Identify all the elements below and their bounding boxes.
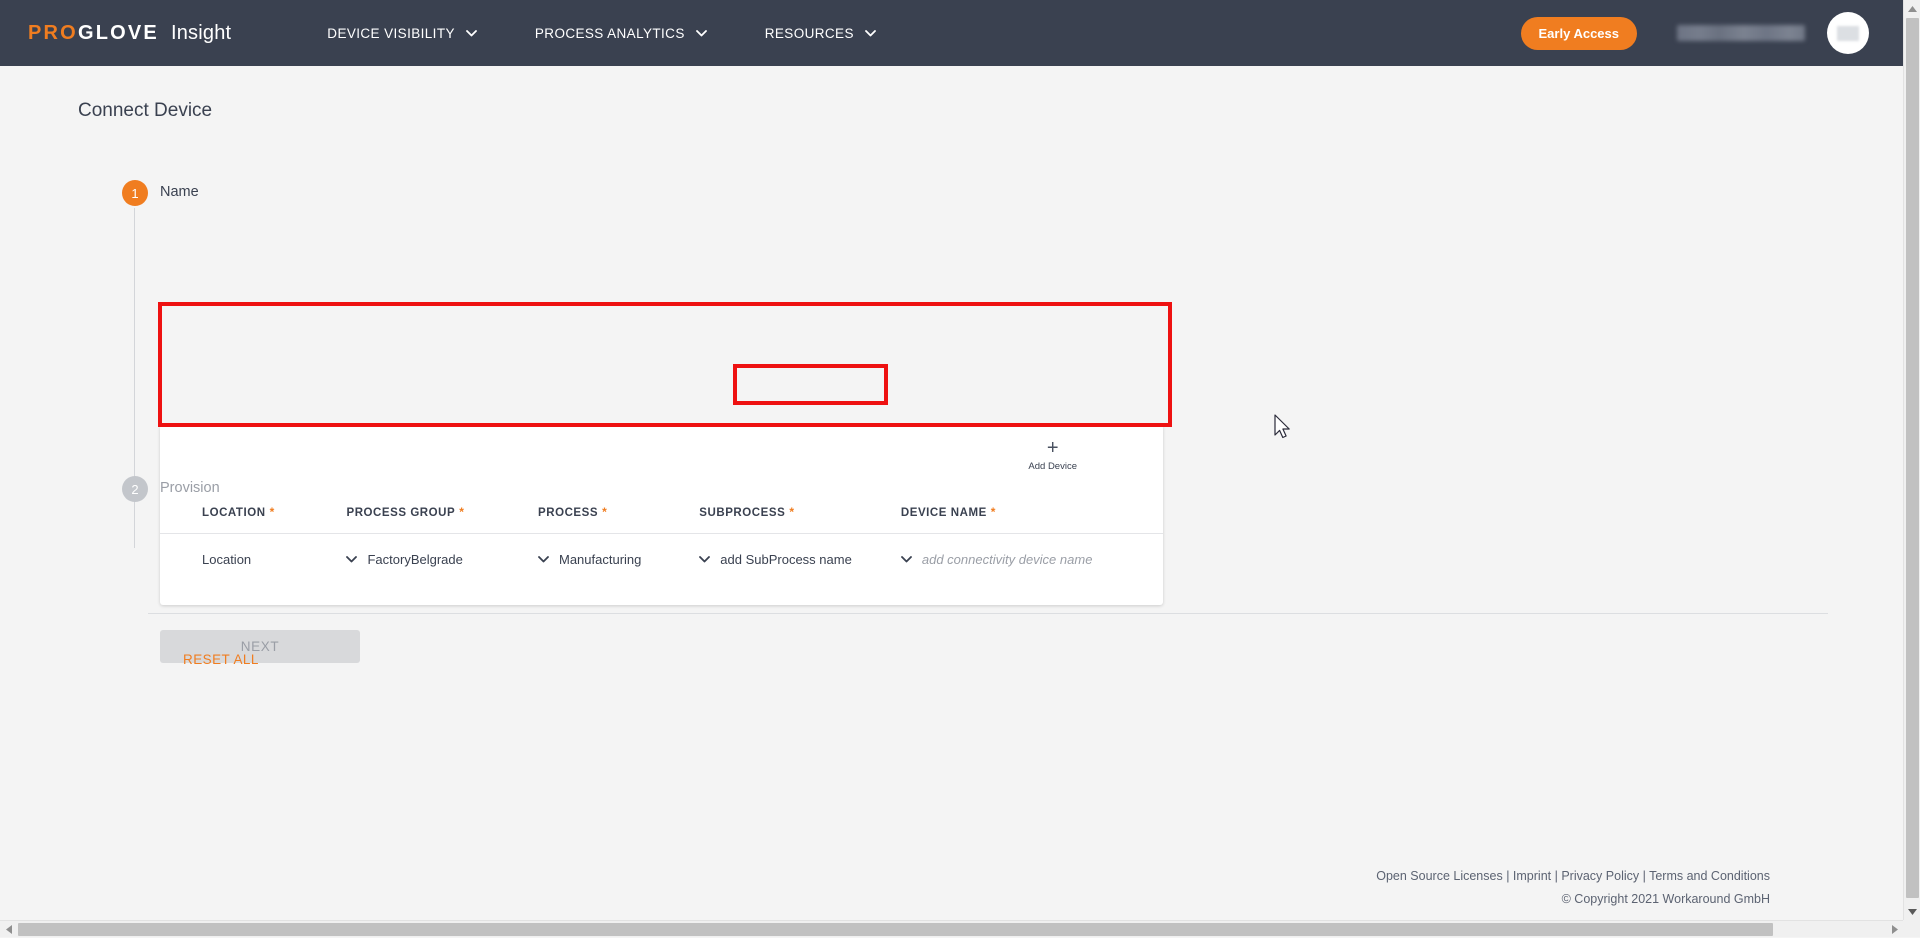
footer-separator: |	[1503, 869, 1513, 883]
mouse-cursor	[1274, 414, 1292, 445]
page-title: Connect Device	[78, 100, 212, 122]
device-table-body: Location FactoryBelgrade	[160, 534, 1163, 586]
column-label-process: PROCESS	[538, 507, 598, 519]
main-nav-menu: DEVICE VISIBILITY PROCESS ANALYTICS RESO…	[327, 26, 934, 41]
plus-icon: +	[1028, 439, 1077, 457]
nav-item-process-analytics[interactable]: PROCESS ANALYTICS	[535, 26, 707, 41]
nav-label-resources: RESOURCES	[765, 26, 854, 41]
footer-copyright: © Copyright 2021 Workaround GmbH	[1376, 888, 1770, 911]
chevron-down-icon	[466, 30, 477, 37]
avatar[interactable]	[1827, 12, 1869, 54]
scroll-left-arrow-icon[interactable]	[0, 921, 17, 938]
chevron-down-icon	[865, 30, 876, 37]
device-name-select[interactable]: add connectivity device name	[901, 552, 1163, 567]
cell-location[interactable]: Location	[160, 534, 346, 586]
nav-item-resources[interactable]: RESOURCES	[765, 26, 876, 41]
annotation-highlight-subprocess	[733, 364, 888, 405]
stepper-step-1: 1 Name	[0, 180, 1903, 208]
stepper-step-2: 2 Provision	[0, 476, 1903, 504]
column-label-location: LOCATION	[202, 507, 266, 519]
process-value: Manufacturing	[559, 552, 641, 567]
main-content: 1 Name + Add Device LOCATION* PROCESS GR…	[0, 180, 1903, 208]
chevron-down-icon	[538, 556, 549, 563]
location-value: Location	[202, 552, 251, 567]
subprocess-value: add SubProcess name	[720, 552, 852, 567]
subprocess-select[interactable]: add SubProcess name	[699, 552, 901, 567]
process-group-select[interactable]: FactoryBelgrade	[346, 552, 538, 567]
chevron-down-icon	[696, 30, 707, 37]
step-2-number: 2	[122, 476, 148, 502]
scrollbar-corner	[1903, 920, 1920, 937]
process-select[interactable]: Manufacturing	[538, 552, 699, 567]
cell-process[interactable]: Manufacturing	[538, 534, 699, 586]
vertical-scrollbar-thumb[interactable]	[1906, 18, 1919, 898]
nav-label-device-visibility: DEVICE VISIBILITY	[327, 26, 455, 41]
device-form-card: + Add Device LOCATION * PROCESS GROUP * PR…	[160, 425, 1163, 605]
top-navigation-bar: PRO GLOVE Insight DEVICE VISIBILITY PROC…	[0, 0, 1903, 66]
process-group-value: FactoryBelgrade	[367, 552, 462, 567]
horizontal-scrollbar[interactable]	[0, 920, 1903, 937]
avatar-image	[1837, 26, 1859, 41]
user-name-label	[1677, 25, 1805, 41]
column-label-subprocess: SUBPROCESS	[699, 507, 785, 519]
vertical-scrollbar[interactable]	[1903, 0, 1920, 920]
footer-link-terms-and-conditions[interactable]: Terms and Conditions	[1649, 869, 1770, 883]
scroll-right-arrow-icon[interactable]	[1886, 921, 1903, 938]
early-access-button[interactable]: Early Access	[1521, 17, 1637, 50]
device-table: LOCATION * PROCESS GROUP * PROCESS * SUBPRO…	[160, 491, 1163, 585]
chevron-down-icon	[346, 556, 357, 563]
required-asterisk: *	[270, 505, 275, 519]
logo-pro-text: PRO	[28, 22, 78, 45]
reset-all-link[interactable]: RESET ALL	[183, 652, 259, 667]
scroll-down-arrow-icon[interactable]	[1904, 903, 1920, 920]
cell-subprocess[interactable]: add SubProcess name	[699, 534, 901, 586]
table-row: Location FactoryBelgrade	[160, 534, 1163, 586]
required-asterisk: *	[459, 505, 464, 519]
logo-glove-text: GLOVE	[78, 22, 159, 45]
footer-links: Open Source Licenses | Imprint | Privacy…	[1376, 865, 1770, 888]
column-label-process-group: PROCESS GROUP	[346, 507, 455, 519]
cell-device-name[interactable]: add connectivity device name	[901, 534, 1163, 586]
device-name-value: add connectivity device name	[922, 552, 1093, 567]
add-device-button[interactable]: + Add Device	[1028, 439, 1077, 472]
required-asterisk: *	[789, 505, 794, 519]
nav-label-process-analytics: PROCESS ANALYTICS	[535, 26, 685, 41]
footer-link-privacy-policy[interactable]: Privacy Policy	[1561, 869, 1639, 883]
top-bar-right-group: Early Access	[1521, 0, 1903, 66]
required-asterisk: *	[602, 505, 607, 519]
chevron-down-icon	[699, 556, 710, 563]
annotation-highlight-table	[158, 302, 1172, 427]
step-1-number: 1	[122, 180, 148, 206]
footer-link-imprint[interactable]: Imprint	[1513, 869, 1551, 883]
footer-separator: |	[1551, 869, 1561, 883]
step-1-label: Name	[160, 184, 199, 200]
step-2-label: Provision	[160, 480, 220, 496]
cell-process-group[interactable]: FactoryBelgrade	[346, 534, 538, 586]
footer-separator: |	[1639, 869, 1649, 883]
location-value-wrap: Location	[202, 552, 346, 567]
required-asterisk: *	[991, 505, 996, 519]
chevron-down-icon	[901, 556, 912, 563]
scroll-up-arrow-icon[interactable]	[1904, 0, 1920, 17]
horizontal-divider	[148, 613, 1828, 614]
footer-link-open-source-licenses[interactable]: Open Source Licenses	[1376, 869, 1502, 883]
footer: Open Source Licenses | Imprint | Privacy…	[1376, 865, 1770, 911]
add-device-label: Add Device	[1028, 461, 1077, 472]
logo-product-text: Insight	[171, 22, 231, 45]
column-label-device-name: DEVICE NAME	[901, 507, 987, 519]
brand-logo[interactable]: PRO GLOVE Insight	[28, 22, 231, 45]
horizontal-scrollbar-thumb[interactable]	[18, 923, 1773, 936]
nav-item-device-visibility[interactable]: DEVICE VISIBILITY	[327, 26, 477, 41]
